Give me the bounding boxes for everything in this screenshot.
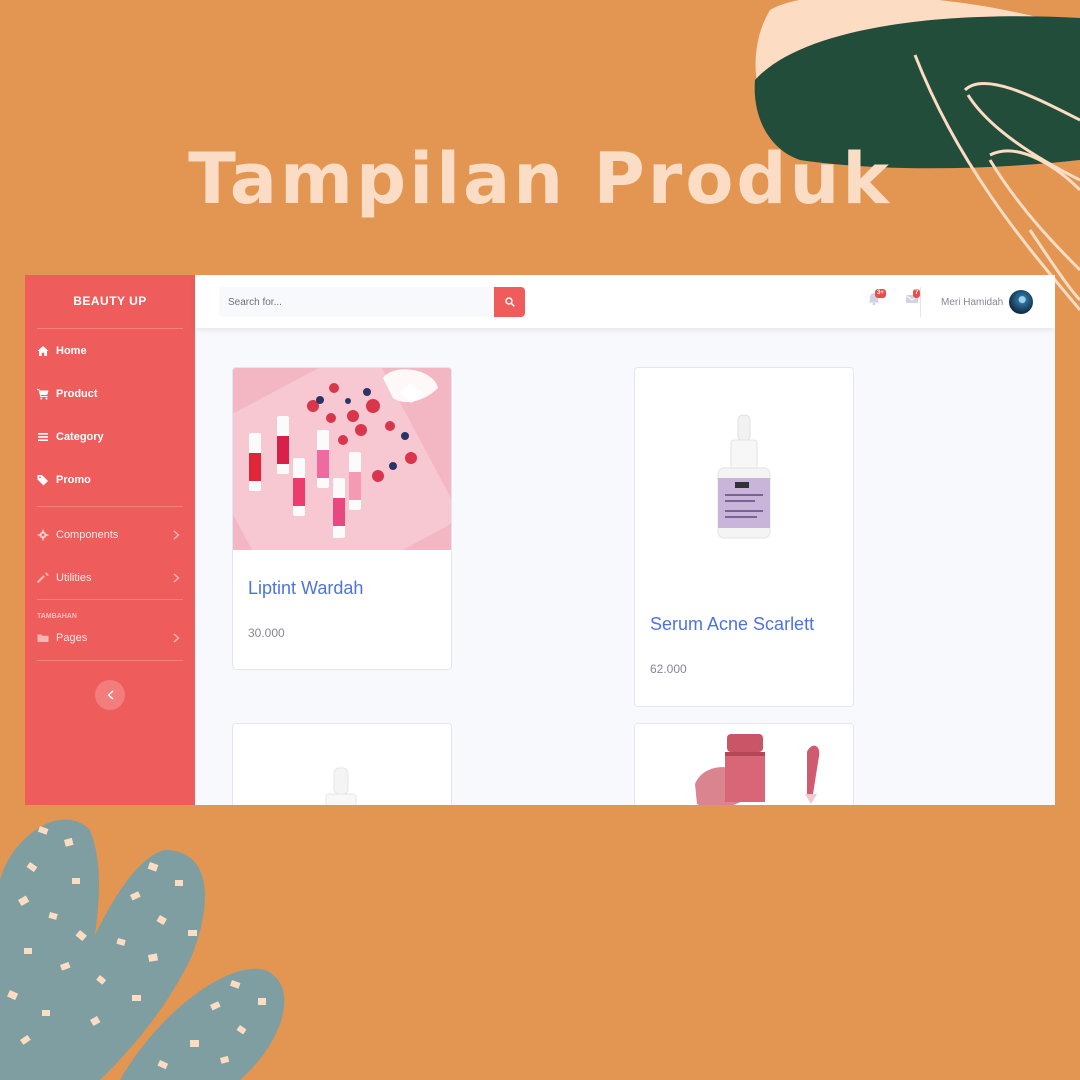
- sidebar-item-label: Promo: [56, 473, 91, 486]
- sidebar-item-utilities[interactable]: Utilities: [25, 556, 195, 599]
- user-menu[interactable]: Meri Hamidah: [941, 289, 1034, 315]
- topbar: 3+ 7 Meri Hamidah: [195, 275, 1055, 328]
- chevron-right-icon: [173, 573, 180, 582]
- sidebar-item-label: Product: [56, 387, 98, 400]
- product-title[interactable]: Liptint Wardah: [248, 578, 363, 599]
- sidebar-item-product[interactable]: Product: [25, 372, 195, 415]
- alerts-badge: 3+: [875, 289, 886, 298]
- product-card[interactable]: [232, 723, 452, 805]
- product-price: 62.000: [650, 662, 687, 676]
- folder-icon: [37, 634, 49, 642]
- product-grid: Liptint Wardah 30.000 Serum Acne Scarlet…: [195, 328, 1055, 805]
- product-card[interactable]: Liptint Wardah 30.000: [232, 367, 452, 670]
- search-button[interactable]: [494, 287, 525, 317]
- sidebar-item-pages[interactable]: Pages: [25, 620, 195, 656]
- product-image: [635, 368, 853, 568]
- serum-product-photo: [717, 414, 771, 539]
- product-image: [233, 368, 451, 607]
- list-icon: [38, 432, 48, 441]
- search-icon: [504, 297, 515, 307]
- home-icon: [37, 345, 49, 356]
- sidebar-item-category[interactable]: Category: [25, 415, 195, 458]
- tags-icon: [37, 474, 48, 485]
- product-title[interactable]: Serum Acne Scarlett: [650, 614, 814, 635]
- search-form: [219, 287, 525, 317]
- cog-icon: [37, 529, 49, 540]
- avatar: [1009, 290, 1034, 314]
- product-card[interactable]: Serum Acne Scarlett 62.000: [634, 367, 854, 707]
- alerts-button[interactable]: 3+: [867, 289, 886, 310]
- sidebar-item-label: Home: [56, 344, 87, 357]
- sidebar-divider: [37, 506, 183, 507]
- sidebar-item-label: Pages: [56, 632, 88, 644]
- plant-decoration-bottom-left: [0, 819, 285, 1080]
- sidebar-item-promo[interactable]: Promo: [25, 458, 195, 501]
- serum-bottle-photo: [325, 767, 357, 805]
- sidebar-item-components[interactable]: Components: [25, 513, 195, 556]
- topbar-divider: [920, 287, 921, 317]
- headline-title: Tampilan Produk: [188, 138, 892, 220]
- sidebar-item-home[interactable]: Home: [25, 329, 195, 372]
- product-card[interactable]: [634, 723, 854, 805]
- liptint-product-photo: [233, 368, 451, 607]
- product-image: [233, 724, 451, 805]
- sidebar-brand[interactable]: BEAUTY UP: [25, 275, 195, 328]
- product-price: 30.000: [248, 626, 285, 640]
- cart-icon: [37, 388, 49, 399]
- lip-cream-photo: [695, 734, 820, 805]
- search-input[interactable]: [219, 287, 494, 317]
- chevron-right-icon: [173, 633, 180, 643]
- chevron-right-icon: [173, 530, 180, 539]
- sidebar: BEAUTY UP Home Product Category Promo Co…: [25, 275, 195, 805]
- chevron-left-icon: [107, 690, 114, 700]
- sidebar-heading: TAMBAHAN: [37, 613, 77, 620]
- sidebar-toggle-button[interactable]: [95, 680, 125, 710]
- product-image: [635, 724, 853, 805]
- wrench-icon: [37, 572, 49, 583]
- sidebar-item-label: Utilities: [56, 571, 92, 584]
- admin-dashboard-window: BEAUTY UP Home Product Category Promo Co…: [25, 275, 1055, 805]
- sidebar-item-label: Category: [56, 430, 104, 443]
- sidebar-item-label: Components: [56, 528, 119, 541]
- user-name: Meri Hamidah: [941, 296, 1004, 308]
- sidebar-divider: [37, 660, 183, 661]
